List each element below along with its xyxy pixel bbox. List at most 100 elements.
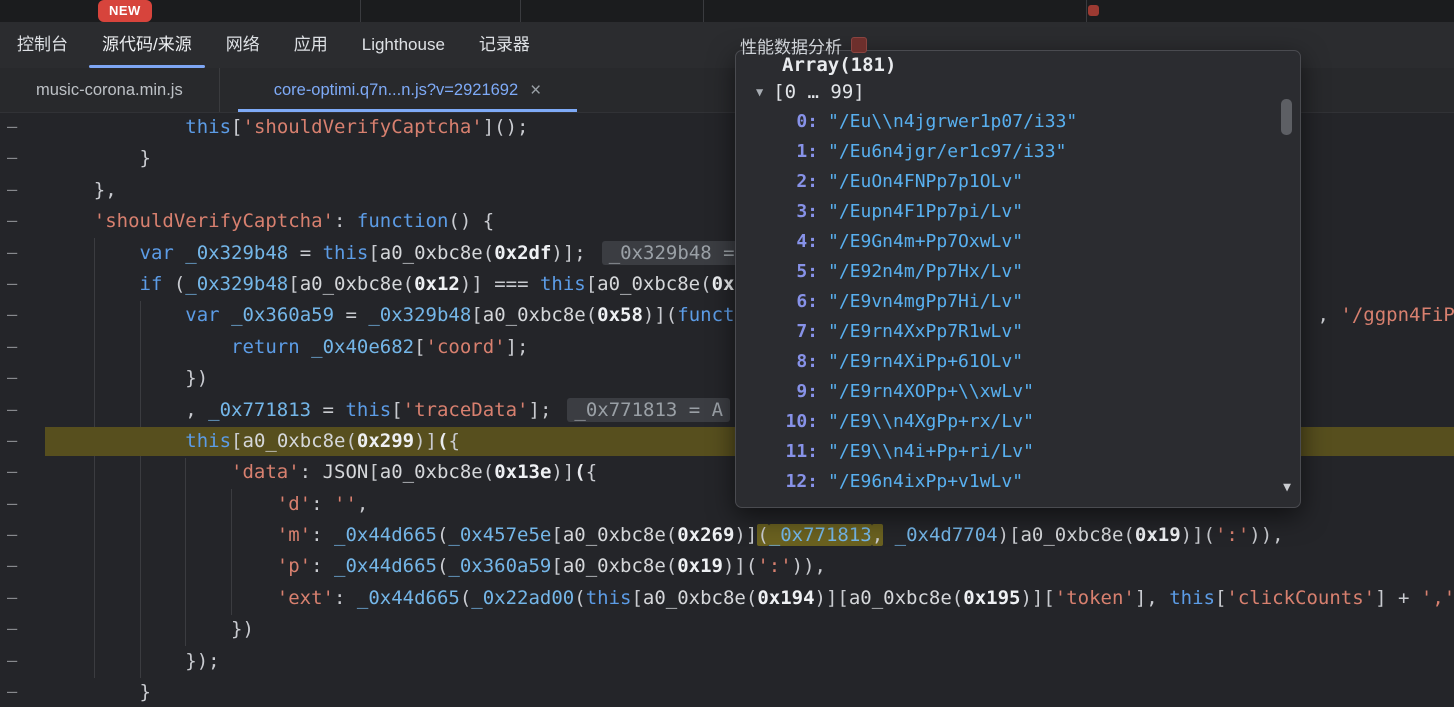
code-token: [48, 210, 94, 232]
code-token: )];: [551, 242, 585, 264]
gutter-mark[interactable]: –: [7, 583, 17, 614]
code-token: [48, 430, 185, 452]
panel-tab-performance-insights[interactable]: 性能数据分析: [740, 22, 867, 68]
code-token: [: [551, 524, 562, 546]
panel-tab-lighthouse[interactable]: Lighthouse: [345, 22, 462, 68]
code-token: _0x360a59: [448, 555, 551, 577]
code-token: (: [666, 524, 677, 546]
code-line[interactable]: – }: [0, 677, 1454, 707]
popup-scrollbar-thumb[interactable]: [1281, 99, 1292, 135]
code-token: _0x329b48: [185, 242, 288, 264]
code-token: 'd': [277, 493, 311, 515]
code-token: :: [311, 524, 334, 546]
code-token: 0x19: [1135, 524, 1181, 546]
code-token: a0_0xbc8e: [483, 304, 586, 326]
code-token: [220, 304, 231, 326]
gutter-mark[interactable]: –: [7, 300, 17, 331]
array-item-value: "/E92n4m/Pp7Hx/Lv": [828, 261, 1023, 282]
code-token: (: [952, 587, 963, 609]
code-token: [883, 524, 894, 546]
array-item: 9:"/E9rn4XOPp+\\xwLv": [736, 377, 1300, 407]
code-token: a0_0xbc8e: [643, 587, 746, 609]
code-token: (: [345, 430, 356, 452]
array-item-value: "/E96n4ixPp+v1wLv": [828, 471, 1023, 492]
array-item: 5: "/E92n4m/Pp7Hx/Lv": [736, 257, 1300, 287]
top-divider: [360, 0, 361, 22]
top-divider: [520, 0, 521, 22]
code-token: )[: [998, 524, 1021, 546]
panel-tab-sources[interactable]: 源代码/来源: [85, 22, 209, 68]
code-token: [48, 493, 277, 515]
code-token: function: [357, 210, 449, 232]
panel-tab-network[interactable]: 网络: [209, 22, 277, 68]
code-token: )]: [734, 524, 757, 546]
code-token: _0x4d7704: [895, 524, 998, 546]
code-line[interactable]: – });: [0, 646, 1454, 677]
code-token: 0x58: [597, 304, 643, 326]
code-token: [: [586, 273, 597, 295]
code-token: ,: [1318, 304, 1341, 326]
gutter-mark[interactable]: –: [7, 614, 17, 645]
gutter-mark[interactable]: –: [7, 520, 17, 551]
code-token: _0x360a59: [231, 304, 334, 326]
code-token: ',': [1421, 587, 1454, 609]
gutter-mark[interactable]: –: [7, 175, 17, 206]
code-token: a0_0xbc8e: [243, 430, 346, 452]
file-tab[interactable]: core-optimi.q7n...n.js?v=2921692×: [238, 68, 578, 112]
red-dot-icon: [1088, 5, 1099, 16]
top-divider: [703, 0, 704, 22]
gutter-mark[interactable]: –: [7, 646, 17, 677]
code-token: [300, 336, 311, 358]
code-token: }): [48, 618, 254, 640]
gutter-mark[interactable]: –: [7, 457, 17, 488]
array-item-index: 12:: [760, 467, 818, 497]
chevron-down-icon[interactable]: ▼: [756, 77, 763, 107]
code-token: 'token': [1055, 587, 1135, 609]
gutter-mark[interactable]: –: [7, 489, 17, 520]
gutter-mark[interactable]: –: [7, 551, 17, 582]
code-line[interactable]: – 'p': _0x44d665(_0x360a59[a0_0xbc8e(0x1…: [0, 551, 1454, 582]
code-token: ,: [48, 399, 208, 421]
panel-tab-recorder[interactable]: 记录器: [462, 22, 547, 68]
gutter-mark[interactable]: –: [7, 143, 17, 174]
code-token: [: [368, 242, 379, 264]
gutter-mark[interactable]: –: [7, 112, 17, 143]
array-item-value: "/E9rn4XiPp+61OLv": [828, 351, 1023, 372]
code-line[interactable]: – 'ext': _0x44d665(_0x22ad00(this[a0_0xb…: [0, 583, 1454, 614]
code-token: this: [1169, 587, 1215, 609]
gutter-mark[interactable]: –: [7, 332, 17, 363]
code-token: [48, 242, 140, 264]
panel-tab-console[interactable]: 控制台: [0, 22, 85, 68]
code-token: 'p': [277, 555, 311, 577]
code-token: (: [586, 304, 597, 326]
code-token: [: [631, 587, 642, 609]
array-item: 4:"/E9Gn4m+Pp7OxwLv": [736, 227, 1300, 257]
code-token: =: [334, 304, 368, 326]
gutter-mark[interactable]: –: [7, 677, 17, 707]
gutter-mark[interactable]: –: [7, 238, 17, 269]
file-tab[interactable]: music-corona.min.js: [0, 68, 220, 112]
code-token: ,: [872, 524, 883, 546]
code-line[interactable]: – }): [0, 614, 1454, 645]
array-item-index: 5:: [760, 257, 818, 287]
gutter-mark[interactable]: –: [7, 206, 17, 237]
code-token: ,: [357, 493, 368, 515]
gutter-mark[interactable]: –: [7, 363, 17, 394]
code-token: 'coord': [426, 336, 506, 358]
array-item: 8:"/E9rn4XiPp+61OLv": [736, 347, 1300, 377]
gutter-mark[interactable]: –: [7, 426, 17, 457]
code-token: (: [483, 242, 494, 264]
array-range-row[interactable]: ▼ [0 … 99]: [736, 77, 1300, 107]
gutter-mark[interactable]: –: [7, 269, 17, 300]
panel-tab-application[interactable]: 应用: [277, 22, 345, 68]
code-token: )](: [723, 555, 757, 577]
code-token: [: [231, 430, 242, 452]
code-line[interactable]: – 'm': _0x44d665(_0x457e5e[a0_0xbc8e(0x2…: [0, 520, 1454, 551]
gutter-mark[interactable]: –: [7, 395, 17, 426]
array-item-value: "/EuOn4FNPp7p1OLv": [828, 171, 1023, 192]
scroll-down-icon[interactable]: ▼: [1283, 480, 1291, 495]
code-token: [: [231, 116, 242, 138]
code-token: )](: [1181, 524, 1215, 546]
array-item-value: "/E9vn4mgPp7Hi/Lv": [828, 291, 1023, 312]
close-icon[interactable]: ×: [530, 81, 541, 100]
